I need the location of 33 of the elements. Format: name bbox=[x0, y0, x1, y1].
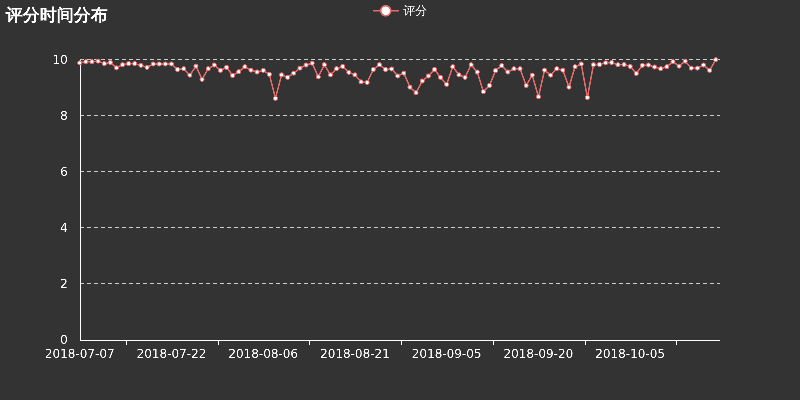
data-point bbox=[444, 82, 450, 88]
data-point bbox=[450, 64, 456, 70]
x-tick-label: 2018-07-07 bbox=[45, 347, 115, 361]
data-point bbox=[524, 83, 529, 88]
y-tick-label: 8 bbox=[60, 109, 68, 123]
data-point bbox=[194, 64, 199, 69]
data-point bbox=[200, 77, 205, 82]
data-point bbox=[536, 94, 542, 100]
legend-label[interactable]: 评分 bbox=[404, 2, 428, 20]
x-tick-label: 2018-07-22 bbox=[136, 347, 207, 361]
y-tick-label: 10 bbox=[52, 53, 68, 67]
data-point bbox=[714, 58, 718, 62]
x-tick-label: 2018-10-05 bbox=[596, 347, 666, 361]
y-tick-label: 6 bbox=[60, 165, 68, 179]
y-tick-label: 4 bbox=[60, 221, 68, 235]
x-tick-label: 2018-08-21 bbox=[320, 347, 390, 361]
y-tick-label: 0 bbox=[60, 333, 68, 347]
data-point bbox=[566, 84, 572, 90]
data-point bbox=[316, 74, 321, 80]
data-point bbox=[322, 62, 328, 68]
data-point bbox=[273, 96, 278, 102]
data-point bbox=[530, 72, 535, 78]
data-point bbox=[585, 95, 590, 100]
data-point bbox=[438, 75, 444, 80]
data-point bbox=[468, 62, 474, 68]
legend-line-icon[interactable] bbox=[372, 4, 398, 18]
data-point bbox=[634, 71, 639, 76]
x-tick-label: 2018-09-05 bbox=[412, 347, 482, 361]
data-point bbox=[475, 70, 480, 75]
chart-title: 评分时间分布 bbox=[6, 5, 108, 28]
x-tick-label: 2018-09-20 bbox=[504, 347, 574, 361]
x-tick-label: 2018-08-06 bbox=[228, 347, 298, 361]
y-tick-label: 2 bbox=[60, 277, 68, 291]
